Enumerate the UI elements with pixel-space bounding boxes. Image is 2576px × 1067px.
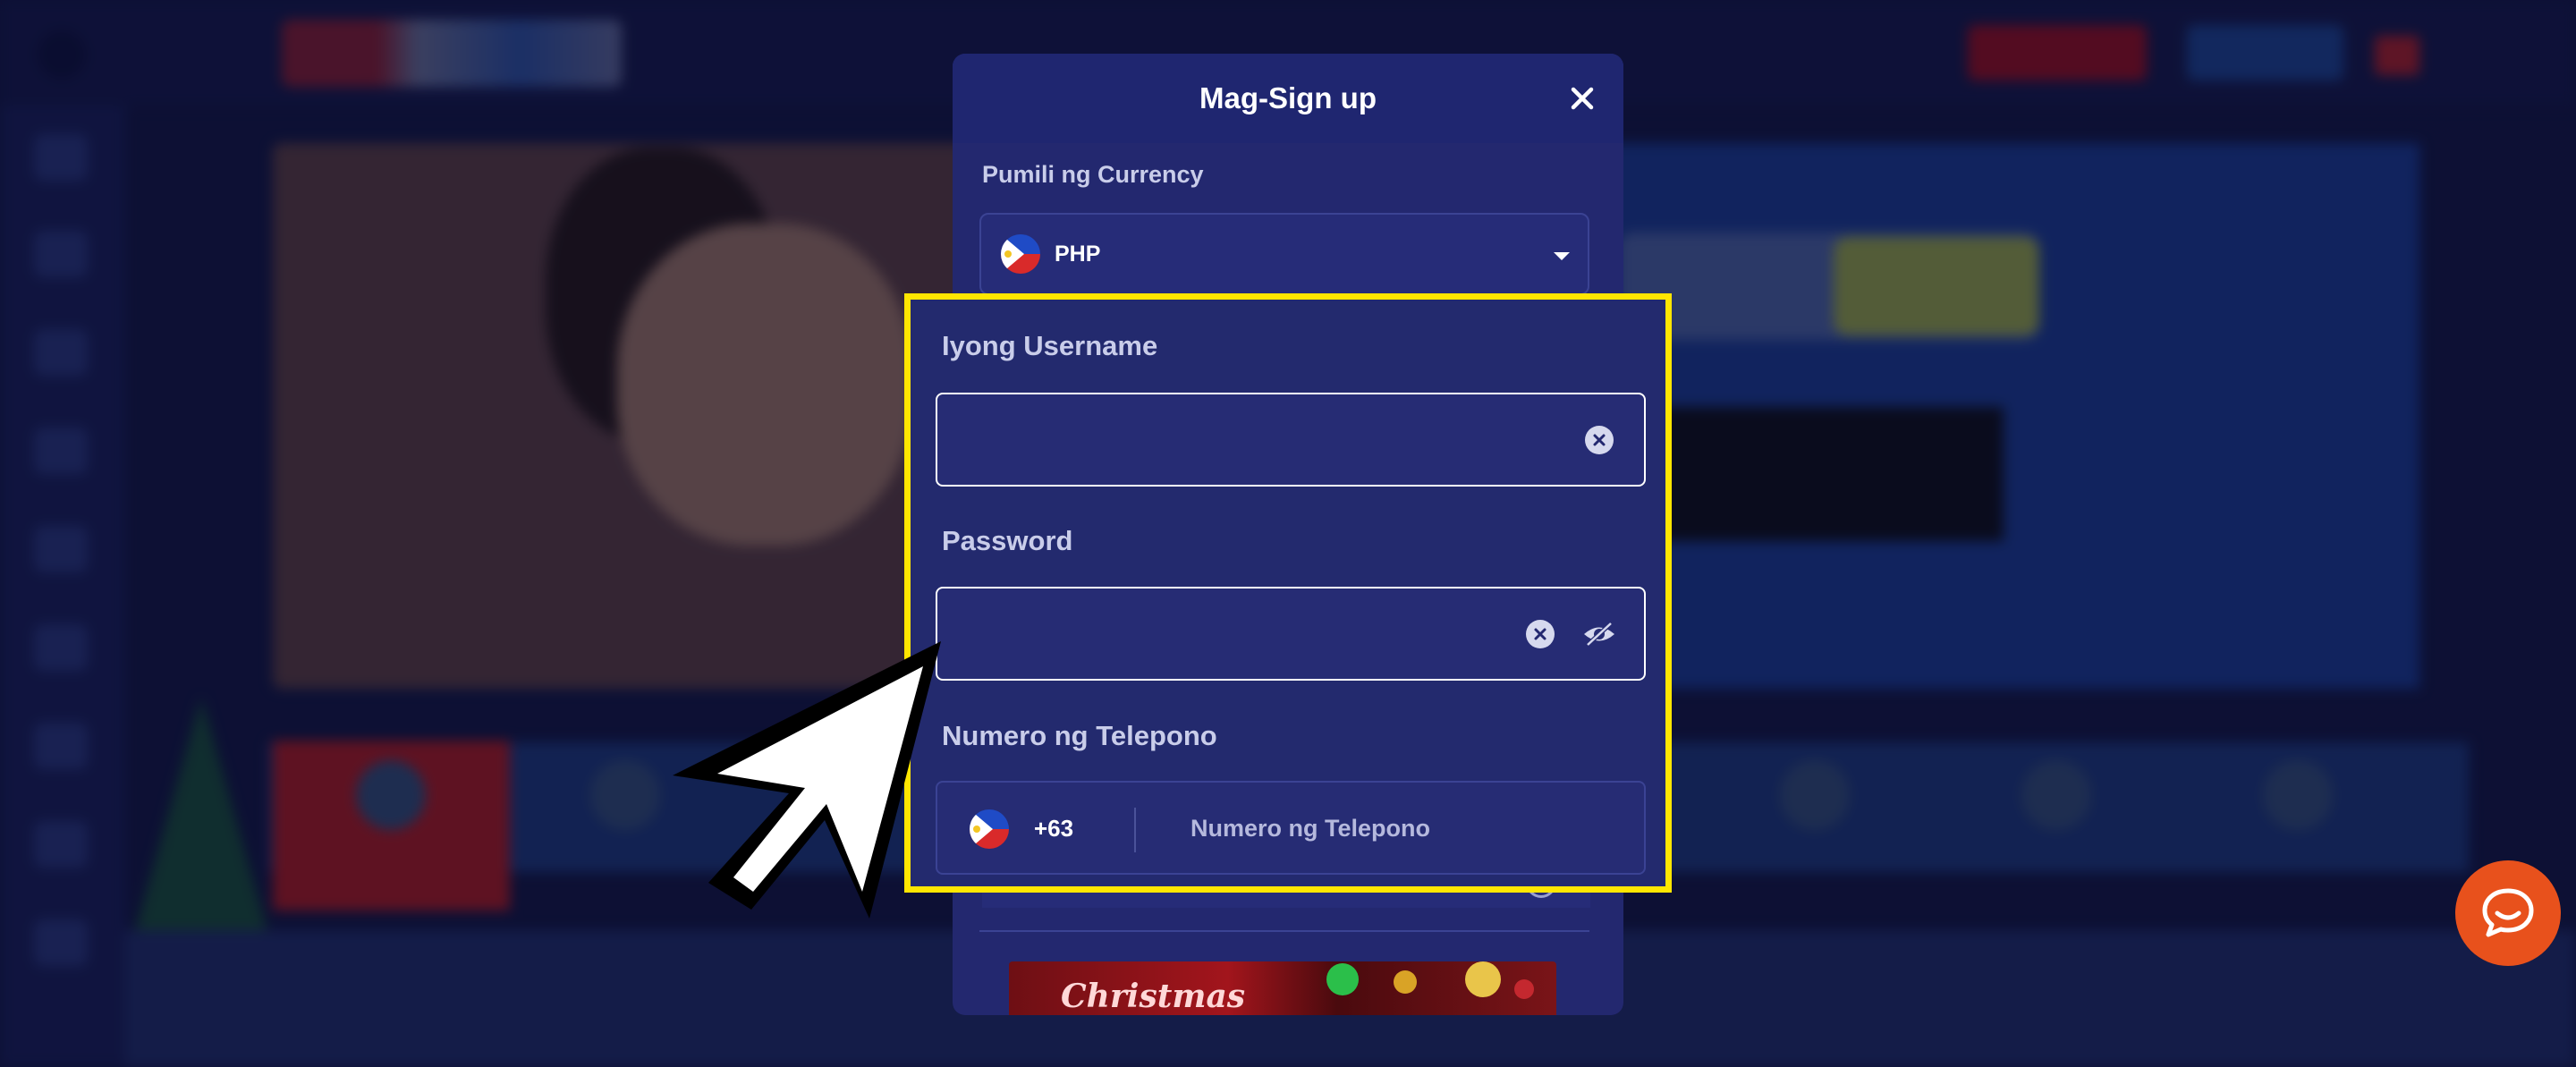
philippines-flag-icon <box>1001 234 1040 274</box>
currency-label: Pumili ng Currency <box>982 161 1204 188</box>
currency-select[interactable]: PHP <box>979 213 1589 295</box>
username-label: Iyong Username <box>942 330 1158 361</box>
phone-label: Numero ng Telepono <box>942 720 1217 751</box>
country-code[interactable]: +63 <box>1034 815 1073 843</box>
modal-header: Mag-Sign up <box>953 54 1623 143</box>
phone-input-group[interactable]: +63 Numero ng Telepono <box>936 781 1646 875</box>
mouse-pointer-icon <box>673 641 941 919</box>
highlight-box: Iyong Username Password Numero ng Telepo… <box>904 293 1672 893</box>
christmas-promo-banner[interactable]: Christmas <box>1009 961 1556 1015</box>
chat-button[interactable] <box>2455 860 2561 966</box>
ornament-icon <box>1394 970 1417 994</box>
password-label: Password <box>942 525 1073 556</box>
phone-placeholder: Numero ng Telepono <box>1191 815 1430 842</box>
philippines-flag-icon <box>970 809 1009 849</box>
close-icon <box>1571 87 1594 110</box>
banner-text: Christmas <box>1061 978 1246 1015</box>
clear-input-icon[interactable] <box>1585 426 1614 454</box>
clear-input-icon[interactable] <box>1526 620 1555 648</box>
eye-slash-icon[interactable] <box>1581 620 1617 648</box>
password-input[interactable] <box>936 587 1646 681</box>
ornament-icon <box>1514 979 1534 999</box>
chat-bubble-icon <box>2482 888 2534 937</box>
close-button[interactable] <box>1563 79 1602 118</box>
username-input[interactable] <box>936 393 1646 487</box>
modal-title: Mag-Sign up <box>1199 81 1377 114</box>
divider <box>979 930 1589 932</box>
chevron-down-icon <box>1554 252 1570 260</box>
ornament-icon <box>1326 963 1359 995</box>
currency-value: PHP <box>1055 241 1101 267</box>
divider <box>1134 808 1136 852</box>
ornament-icon <box>1465 961 1501 997</box>
